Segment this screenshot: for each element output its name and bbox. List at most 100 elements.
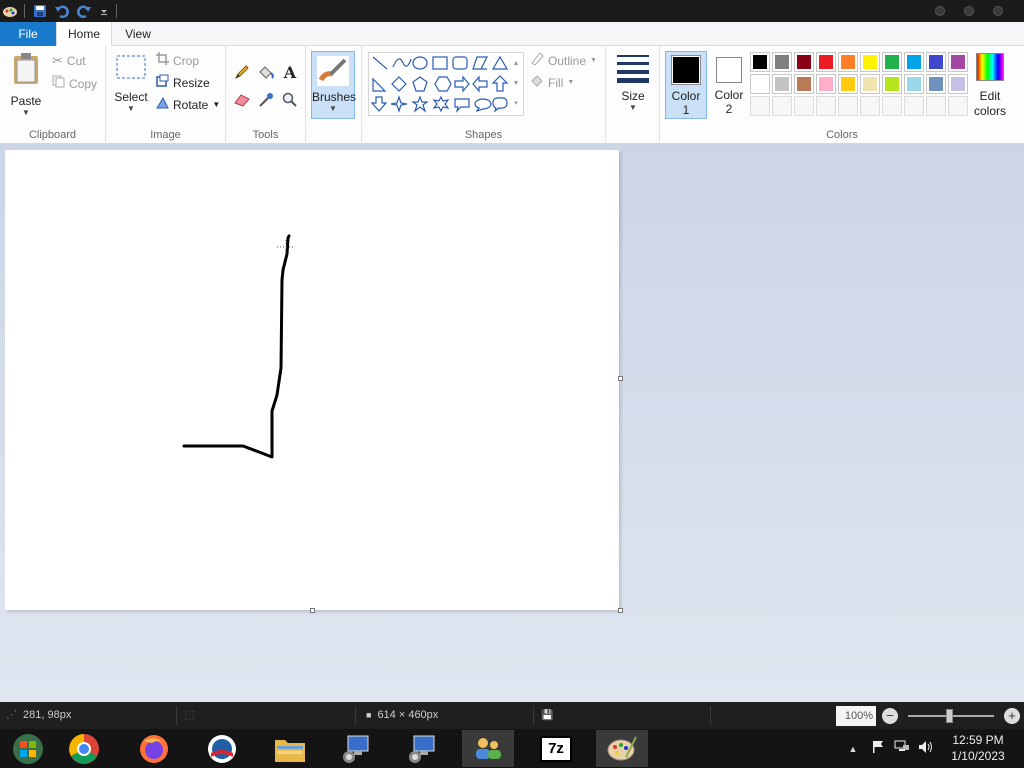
fill-icon (530, 73, 544, 93)
palette-swatch-empty[interactable] (838, 96, 858, 116)
tab-view[interactable]: View (112, 22, 164, 46)
fill-bucket-icon[interactable] (256, 62, 276, 82)
file-explorer-taskbar-button[interactable] (264, 730, 316, 767)
palette-swatch[interactable] (948, 52, 968, 72)
zoom-slider-thumb[interactable] (946, 709, 953, 723)
eraser-icon[interactable] (232, 90, 252, 110)
close-button[interactable] (993, 6, 1003, 16)
color1-fill (673, 57, 699, 83)
palette-swatch-empty[interactable] (948, 96, 968, 116)
resize-handle-right[interactable] (618, 376, 623, 381)
select-button[interactable]: Select ▼ (112, 54, 150, 122)
remote-desktop-2-taskbar-button[interactable] (396, 730, 448, 767)
paint-taskbar-button[interactable] (596, 730, 648, 767)
outline-icon (530, 51, 544, 71)
obama-logo-icon (208, 734, 236, 763)
status-bar: ⋰ 281, 98px ⬚ ■ 614 × 460px 💾 100% − + (0, 702, 1024, 729)
palette-swatch[interactable] (838, 74, 858, 94)
crop-button[interactable]: Crop (156, 51, 199, 71)
color-picker-icon[interactable] (256, 90, 276, 110)
drawing-canvas[interactable] (5, 150, 619, 610)
firefox-taskbar-button[interactable] (128, 730, 180, 767)
palette-swatch[interactable] (816, 52, 836, 72)
rotate-button[interactable]: Rotate ▼ (156, 95, 220, 115)
start-button[interactable] (2, 730, 54, 767)
palette-swatch[interactable] (904, 74, 924, 94)
palette-swatch-empty[interactable] (860, 96, 880, 116)
color2-button[interactable]: Color 2 (710, 51, 748, 119)
system-clock[interactable]: 12:59 PM 1/10/2023 (940, 732, 1016, 764)
palette-swatch[interactable] (926, 74, 946, 94)
palette-swatch[interactable] (772, 52, 792, 72)
palette-swatch[interactable] (750, 74, 770, 94)
tab-home[interactable]: Home (56, 22, 112, 47)
palette-swatch[interactable] (882, 52, 902, 72)
rotate-icon (156, 95, 169, 115)
palette-swatch[interactable] (816, 74, 836, 94)
paste-button[interactable]: Paste ▼ (6, 52, 46, 120)
save-icon[interactable] (32, 3, 48, 19)
palette-swatch-empty[interactable] (926, 96, 946, 116)
zoom-in-button[interactable]: + (1004, 708, 1020, 724)
resize-button[interactable]: Resize (156, 73, 210, 93)
users-taskbar-button[interactable] (462, 730, 514, 767)
palette-swatch-empty[interactable] (794, 96, 814, 116)
crop-icon (156, 51, 169, 71)
palette-swatch[interactable] (860, 52, 880, 72)
brushes-button[interactable]: Brushes ▼ (311, 51, 356, 119)
up-arrow-shape-icon (491, 75, 509, 92)
cut-label: Cut (66, 54, 86, 68)
drawn-line-stroke (182, 234, 291, 459)
copy-button[interactable]: Copy (52, 74, 97, 94)
palette-swatch[interactable] (904, 52, 924, 72)
palette-swatch[interactable] (926, 52, 946, 72)
outline-button[interactable]: Outline ▼ (530, 51, 597, 71)
paint-app-icon[interactable] (2, 3, 18, 19)
palette-swatch-color (797, 55, 811, 69)
resize-handle-corner[interactable] (618, 608, 623, 613)
color1-button[interactable]: Color 1 (665, 51, 707, 119)
redo-icon[interactable] (76, 3, 92, 19)
text-icon[interactable]: A (280, 62, 300, 82)
palette-swatch[interactable] (794, 74, 814, 94)
obama-taskbar-button[interactable] (196, 730, 248, 767)
palette-swatch-empty[interactable] (772, 96, 792, 116)
palette-swatch[interactable] (860, 74, 880, 94)
customize-quick-access-icon[interactable] (96, 3, 112, 19)
palette-swatch[interactable] (794, 52, 814, 72)
paste-icon (14, 53, 38, 84)
network-icon[interactable] (890, 740, 914, 757)
fill-button[interactable]: Fill ▼ (530, 73, 574, 93)
chevron-down-icon: ▼ (629, 103, 637, 112)
volume-icon[interactable] (914, 740, 938, 757)
chrome-taskbar-button[interactable] (58, 730, 110, 767)
palette-swatch-empty[interactable] (904, 96, 924, 116)
palette-swatch-empty[interactable] (816, 96, 836, 116)
tab-file[interactable]: File (0, 22, 56, 46)
palette-swatch-empty[interactable] (882, 96, 902, 116)
palette-swatch[interactable] (772, 74, 792, 94)
minimize-button[interactable] (935, 6, 945, 16)
palette-swatch[interactable] (750, 52, 770, 72)
pencil-icon[interactable] (232, 62, 252, 82)
zoom-out-button[interactable]: − (882, 708, 898, 724)
palette-swatch[interactable] (882, 74, 902, 94)
action-center-flag-icon[interactable] (866, 740, 890, 757)
edit-colors-button[interactable]: Edit colors (970, 51, 1010, 121)
magnifier-icon[interactable] (280, 90, 300, 110)
show-hidden-icons-icon[interactable]: ▲ (846, 744, 860, 754)
shapes-group: ▲ ▼ ▾ Outline ▼ Fill ▼ Shapes (362, 46, 606, 144)
palette-swatch[interactable] (838, 52, 858, 72)
maximize-button[interactable] (964, 6, 974, 16)
undo-icon[interactable] (54, 3, 70, 19)
palette-swatch-color (929, 55, 943, 69)
palette-swatch-empty[interactable] (750, 96, 770, 116)
size-button[interactable]: Size ▼ (612, 52, 654, 122)
color1-swatch (671, 55, 701, 85)
7zip-taskbar-button[interactable]: 7z (530, 730, 582, 767)
resize-handle-bottom[interactable] (310, 608, 315, 613)
palette-swatch[interactable] (948, 74, 968, 94)
remote-desktop-taskbar-button[interactable] (330, 730, 382, 767)
shapes-scroll[interactable]: ▲ ▼ ▾ (510, 54, 522, 114)
cut-button[interactable]: ✂ Cut (52, 51, 86, 71)
